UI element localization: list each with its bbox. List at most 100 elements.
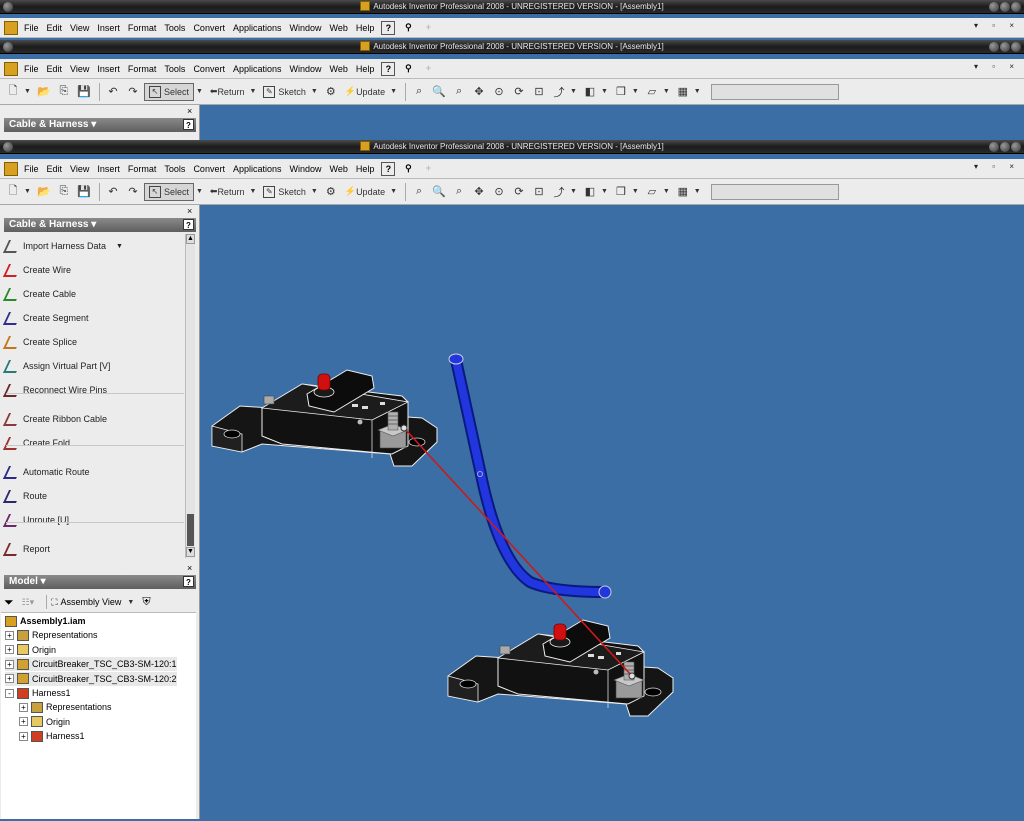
app-menu-icon[interactable]: [4, 61, 18, 76]
menu-help[interactable]: Help: [352, 64, 379, 74]
shadow-dropdown-icon[interactable]: ▼: [632, 88, 639, 95]
redo-icon[interactable]: ↷: [124, 183, 142, 201]
panel-item-auto-route[interactable]: Automatic Route: [2, 461, 90, 483]
menu-insert[interactable]: Insert: [93, 23, 124, 33]
menu-applications[interactable]: Applications: [229, 164, 286, 174]
color-override-field[interactable]: [710, 183, 839, 200]
menu-window[interactable]: Window: [285, 164, 325, 174]
binoculars-icon[interactable]: ⛨: [142, 596, 150, 609]
expand-icon[interactable]: +: [19, 702, 28, 712]
view-dropdown-icon[interactable]: ▼: [570, 188, 577, 195]
panel-item-unroute[interactable]: Unroute [U]: [2, 509, 69, 531]
shadow-icon[interactable]: ❒: [612, 83, 630, 101]
window-title-bar-1[interactable]: Autodesk Inventor Professional 2008 - UN…: [0, 0, 1024, 14]
tree-node[interactable]: + CircuitBreaker_TSC_CB3-SM-120:1: [5, 657, 177, 672]
assembly-view-dropdown[interactable]: Assembly View: [61, 597, 122, 607]
browser-close-icon[interactable]: ×: [187, 563, 192, 573]
help-icon[interactable]: ?: [183, 576, 194, 587]
document-window-controls[interactable]: ▾ ▫ ×: [974, 162, 1020, 171]
maximize-icon[interactable]: [1000, 142, 1010, 152]
menu-edit[interactable]: Edit: [43, 164, 67, 174]
new-dropdown-icon[interactable]: ▼: [24, 88, 31, 95]
circuit-breaker-2[interactable]: [447, 619, 674, 717]
menu-format[interactable]: Format: [124, 23, 161, 33]
tree-node[interactable]: Assembly1.iam: [5, 614, 86, 628]
rotate-icon[interactable]: ⟳: [510, 83, 528, 101]
menu-insert[interactable]: Insert: [93, 164, 124, 174]
segment-end-point[interactable]: [598, 585, 612, 599]
pan-icon[interactable]: ✥: [470, 83, 488, 101]
panel-item-reconnect[interactable]: Reconnect Wire Pins: [2, 379, 107, 401]
zoom-icon[interactable]: ⌕: [450, 83, 468, 101]
tree-node[interactable]: + Harness1: [19, 729, 85, 743]
expand-icon[interactable]: +: [5, 659, 14, 669]
redo-icon[interactable]: ↷: [124, 83, 142, 101]
menu-tools[interactable]: Tools: [160, 23, 189, 33]
web-assist-icon[interactable]: ⚲: [401, 162, 415, 176]
select-dropdown-icon[interactable]: ▼: [196, 188, 203, 195]
menu-edit[interactable]: Edit: [43, 64, 67, 74]
save-icon[interactable]: 💾: [75, 83, 93, 101]
section-dropdown-icon[interactable]: ▼: [663, 188, 670, 195]
close-icon[interactable]: [1011, 42, 1021, 52]
tree-node[interactable]: + Representations: [19, 700, 112, 714]
zoom-window-icon[interactable]: 🔍: [430, 83, 448, 101]
open-icon[interactable]: 📂: [35, 183, 53, 201]
tree-node[interactable]: - Harness1: [5, 686, 71, 700]
menu-tools[interactable]: Tools: [160, 64, 189, 74]
tree-node[interactable]: + CircuitBreaker_TSC_CB3-SM-120:2: [5, 671, 177, 686]
app-menu-icon[interactable]: [4, 20, 18, 35]
sketch-button[interactable]: ✎ Sketch: [260, 183, 309, 201]
new-file-icon[interactable]: 🗋: [4, 183, 22, 201]
analysis-icon[interactable]: ▦: [674, 183, 692, 201]
display-mode-icon[interactable]: ◧: [581, 183, 599, 201]
panel-item-cable[interactable]: Create Cable: [2, 283, 76, 305]
tree-node[interactable]: + Representations: [5, 628, 98, 642]
zoom-selected-icon[interactable]: ⊙: [490, 83, 508, 101]
scroll-down-arrow-icon[interactable]: ▼: [186, 547, 195, 557]
zoom-all-icon[interactable]: ⌕: [410, 83, 428, 101]
open-icon[interactable]: 📂: [35, 83, 53, 101]
display-dropdown-icon[interactable]: ▼: [601, 188, 608, 195]
sketch-dropdown-icon[interactable]: ▼: [311, 88, 318, 95]
app-menu-icon[interactable]: [4, 161, 18, 176]
wire[interactable]: [403, 427, 633, 677]
zoom-icon[interactable]: ⌕: [450, 183, 468, 201]
properties-icon[interactable]: ⚙: [322, 83, 340, 101]
return-button[interactable]: ⬅ Return: [207, 83, 248, 101]
new-file-icon[interactable]: 🗋: [4, 83, 22, 101]
panel-header[interactable]: Cable & Harness ▾?: [4, 118, 196, 132]
menu-web[interactable]: Web: [326, 64, 352, 74]
minimize-icon[interactable]: [989, 142, 999, 152]
help-icon[interactable]: ?: [183, 119, 194, 130]
window-title-bar[interactable]: Autodesk Inventor Professional 2008 - UN…: [0, 140, 1024, 154]
window-title-bar-2[interactable]: Autodesk Inventor Professional 2008 - UN…: [0, 40, 1024, 54]
update-button[interactable]: ⚡ Update: [342, 83, 388, 101]
look-at-icon[interactable]: ⊡: [530, 83, 548, 101]
menu-window[interactable]: Window: [285, 64, 325, 74]
menu-format[interactable]: Format: [124, 164, 161, 174]
project-icon[interactable]: ⎘: [55, 183, 73, 201]
panel-item-report[interactable]: Report: [2, 538, 50, 560]
minimize-icon[interactable]: [989, 2, 999, 12]
document-window-controls[interactable]: ▾ ▫ ×: [974, 62, 1020, 71]
panel-close-icon[interactable]: ×: [187, 206, 192, 216]
panel-bar-header[interactable]: Cable & Harness ▾?: [4, 218, 196, 232]
panel-item-import-harness[interactable]: Import Harness Data ▼: [2, 235, 123, 257]
circuit-breaker-1[interactable]: [211, 369, 438, 467]
panel-scrollbar[interactable]: ▲ ▼: [185, 234, 195, 558]
return-dropdown-icon[interactable]: ▼: [249, 188, 256, 195]
look-at-icon[interactable]: ⊡: [530, 183, 548, 201]
analysis-dropdown-icon[interactable]: ▼: [694, 188, 701, 195]
panel-item-ribbon-cable[interactable]: Create Ribbon Cable: [2, 408, 107, 430]
save-icon[interactable]: 💾: [75, 183, 93, 201]
panel-item-fold[interactable]: Create Fold: [2, 432, 70, 454]
help-topics-icon[interactable]: ?: [381, 161, 396, 176]
color-override-field[interactable]: [710, 83, 839, 100]
find-options-icon[interactable]: ☷▾: [22, 597, 35, 608]
menu-convert[interactable]: Convert: [189, 164, 229, 174]
panel-item-wire[interactable]: Create Wire: [2, 259, 71, 281]
menu-edit[interactable]: Edit: [43, 23, 67, 33]
section-dropdown-icon[interactable]: ▼: [663, 88, 670, 95]
add-icon[interactable]: +: [421, 62, 435, 76]
